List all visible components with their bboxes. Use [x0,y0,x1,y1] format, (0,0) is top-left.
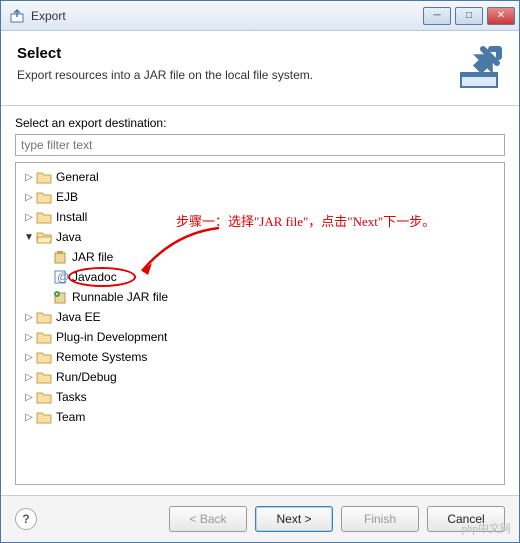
tree-item-javaee[interactable]: ▷Java EE [16,307,504,327]
tree-item-runnable-jar[interactable]: Runnable JAR file [16,287,504,307]
jar-icon [52,249,68,265]
folder-open-icon [36,230,52,244]
tree-item-plugin-dev[interactable]: ▷Plug-in Development [16,327,504,347]
tree-item-tasks[interactable]: ▷Tasks [16,387,504,407]
folder-icon [36,190,52,204]
tree-item-install[interactable]: ▷Install [16,207,504,227]
dialog-body: Select an export destination: ▷General ▷… [1,106,519,495]
export-large-icon [455,45,503,93]
close-button[interactable]: ✕ [487,7,515,25]
export-dialog: Export ─ □ ✕ Select Export resources int… [0,0,520,543]
help-button[interactable]: ? [15,508,37,530]
folder-icon [36,370,52,384]
destination-label: Select an export destination: [15,116,505,130]
page-title: Select [17,45,447,62]
svg-text:@: @ [57,270,68,284]
dialog-header: Select Export resources into a JAR file … [1,31,519,106]
tree-item-run-debug[interactable]: ▷Run/Debug [16,367,504,387]
folder-icon [36,390,52,404]
export-icon [9,8,25,24]
tree-item-javadoc[interactable]: @Javadoc [16,267,504,287]
tree-item-jar-file[interactable]: JAR file [16,247,504,267]
tree-item-java[interactable]: ▼Java [16,227,504,247]
page-subtitle: Export resources into a JAR file on the … [17,68,447,82]
folder-icon [36,210,52,224]
back-button[interactable]: < Back [169,506,247,532]
tree-item-ejb[interactable]: ▷EJB [16,187,504,207]
javadoc-icon: @ [52,269,68,285]
folder-icon [36,410,52,424]
finish-button[interactable]: Finish [341,506,419,532]
next-button[interactable]: Next > [255,506,333,532]
folder-icon [36,350,52,364]
runnable-jar-icon [52,289,68,305]
folder-icon [36,170,52,184]
titlebar: Export ─ □ ✕ [1,1,519,31]
cancel-button[interactable]: Cancel [427,506,505,532]
filter-input[interactable] [15,134,505,156]
folder-icon [36,330,52,344]
tree-item-remote-systems[interactable]: ▷Remote Systems [16,347,504,367]
tree-item-general[interactable]: ▷General [16,167,504,187]
destination-tree[interactable]: ▷General ▷EJB ▷Install ▼Java JAR file @J… [15,162,505,485]
dialog-footer: ? < Back Next > Finish Cancel php中文网 [1,495,519,542]
maximize-button[interactable]: □ [455,7,483,25]
window-controls: ─ □ ✕ [423,7,515,25]
minimize-button[interactable]: ─ [423,7,451,25]
tree-item-team[interactable]: ▷Team [16,407,504,427]
folder-icon [36,310,52,324]
window-title: Export [31,9,423,23]
